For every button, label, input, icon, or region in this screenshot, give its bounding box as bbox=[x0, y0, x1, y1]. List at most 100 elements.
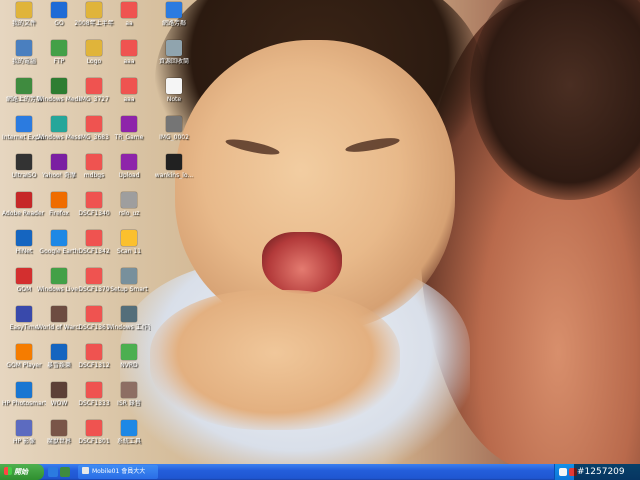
taskbar: 開始 Mobile01 會員大大 #1257209 bbox=[0, 464, 640, 480]
desktop-icon-label: Upload bbox=[118, 172, 140, 179]
desktop-icon[interactable]: 資源回收筒 bbox=[152, 40, 196, 80]
doc2-icon bbox=[121, 40, 137, 56]
desktop-icon[interactable]: 網路芳鄰 bbox=[152, 2, 196, 42]
doc-icon bbox=[121, 2, 137, 18]
image3-icon bbox=[86, 192, 102, 208]
desktop-icon[interactable]: Upload bbox=[107, 154, 151, 194]
text-icon bbox=[121, 192, 137, 208]
hinet-icon bbox=[16, 230, 32, 246]
firefox-icon bbox=[51, 192, 67, 208]
desktop: 我的文件我的電腦網路上的芳鄰Internet ExplorerUltraISOA… bbox=[0, 0, 640, 464]
image-icon bbox=[86, 78, 102, 94]
image9-icon bbox=[86, 420, 102, 436]
taskbar-window-button[interactable]: Mobile01 會員大大 bbox=[78, 465, 158, 479]
desktop-icon-label: Setup Smart bbox=[110, 286, 148, 293]
quicklaunch-ie-icon[interactable] bbox=[48, 467, 58, 477]
desktop-icon-label: 系統工具 bbox=[116, 438, 141, 445]
ftp-icon bbox=[51, 40, 67, 56]
desktop-icon[interactable]: Windows 工作管理員 bbox=[107, 306, 151, 346]
desktop-icon-label: Note bbox=[166, 96, 182, 103]
image4-icon bbox=[86, 230, 102, 246]
hp-icon bbox=[16, 382, 32, 398]
messenger-icon bbox=[51, 116, 67, 132]
desktop-icon[interactable]: IMG_0002 bbox=[152, 116, 196, 156]
note-icon bbox=[166, 78, 182, 94]
quicklaunch-desktop-icon[interactable] bbox=[60, 467, 70, 477]
taskmgr-icon bbox=[121, 306, 137, 322]
ie2-icon bbox=[166, 2, 182, 18]
network-icon bbox=[16, 78, 32, 94]
desktop-icon-label: aaa bbox=[123, 58, 135, 65]
desktop-icon-label: NVRD bbox=[120, 362, 138, 369]
window-icon bbox=[82, 467, 89, 474]
image2-icon bbox=[86, 116, 102, 132]
image7-icon bbox=[86, 344, 102, 360]
desktop-icon-label: aaa bbox=[123, 96, 135, 103]
desktop-icon[interactable]: NVRD bbox=[107, 344, 151, 384]
desktop-icon[interactable]: 系統工具 bbox=[107, 420, 151, 460]
desktop-icon[interactable]: Scan 11 bbox=[107, 230, 151, 270]
media-icon bbox=[51, 78, 67, 94]
pdf-icon bbox=[16, 192, 32, 208]
sound-icon bbox=[121, 382, 137, 398]
doc3-icon bbox=[121, 78, 137, 94]
folder-icon bbox=[16, 2, 32, 18]
camera-icon bbox=[16, 420, 32, 436]
winrar2-icon bbox=[121, 154, 137, 170]
desktop-icon-label: wankins_lo... bbox=[154, 172, 194, 179]
desktop-icon-label: ISR 錄音 bbox=[117, 400, 141, 407]
ie-icon bbox=[16, 116, 32, 132]
desktop-icon-label: aa bbox=[125, 20, 133, 27]
image5-icon bbox=[86, 268, 102, 284]
winrar-icon bbox=[121, 116, 137, 132]
desktop-icon-label: TR_Game bbox=[114, 134, 144, 141]
windows-flag-icon bbox=[4, 467, 12, 475]
desktop-icon[interactable]: rslo_uz bbox=[107, 192, 151, 232]
disc-icon bbox=[16, 154, 32, 170]
folder3-icon bbox=[86, 40, 102, 56]
gom-icon bbox=[16, 268, 32, 284]
recycle-icon bbox=[166, 40, 182, 56]
image6-icon bbox=[86, 306, 102, 322]
desktop-icon[interactable]: ISR 錄音 bbox=[107, 382, 151, 422]
start-label: 開始 bbox=[14, 468, 28, 476]
desktop-icon-label: Scan 11 bbox=[116, 248, 142, 255]
wow-icon bbox=[51, 306, 67, 322]
nv-icon bbox=[121, 344, 137, 360]
warcraft-icon bbox=[51, 420, 67, 436]
start-button[interactable]: 開始 bbox=[0, 464, 44, 480]
tool-icon bbox=[121, 420, 137, 436]
easy-icon bbox=[16, 306, 32, 322]
tray-volume-icon[interactable] bbox=[559, 468, 567, 476]
desktop-icon-label: IMG_0002 bbox=[159, 134, 189, 141]
watermark: #1257209 bbox=[574, 464, 640, 480]
live-icon bbox=[51, 268, 67, 284]
image8-icon bbox=[86, 382, 102, 398]
scan-icon bbox=[121, 230, 137, 246]
desktop-icon[interactable]: aaa bbox=[107, 78, 151, 118]
setup-icon bbox=[121, 268, 137, 284]
go-icon bbox=[51, 2, 67, 18]
window-icon bbox=[166, 154, 182, 170]
desktop-icon-label: 資源回收筒 bbox=[158, 58, 189, 65]
wow2-icon bbox=[51, 382, 67, 398]
img-icon bbox=[166, 116, 182, 132]
earth-icon bbox=[51, 230, 67, 246]
desktop-icon[interactable]: wankins_lo... bbox=[152, 154, 196, 194]
desktop-icon[interactable]: Note bbox=[152, 78, 196, 118]
desktop-icon[interactable]: aaa bbox=[107, 40, 151, 80]
computer-icon bbox=[16, 40, 32, 56]
desktop-icon-label: 網路芳鄰 bbox=[161, 20, 186, 27]
yahoo-icon bbox=[51, 154, 67, 170]
player-icon bbox=[16, 344, 32, 360]
desktop-icon-label: rslo_uz bbox=[118, 210, 140, 217]
wallpaper-mouth bbox=[262, 232, 342, 294]
desktop-icon[interactable]: Setup Smart bbox=[107, 268, 151, 308]
blizzard-icon bbox=[51, 344, 67, 360]
taskbar-window-label: Mobile01 會員大大 bbox=[92, 468, 146, 475]
desktop-icon[interactable]: aa bbox=[107, 2, 151, 42]
wallpaper-hands bbox=[150, 290, 400, 430]
desktop-icon-label: Windows 工作管理員 bbox=[107, 324, 151, 331]
file-icon bbox=[86, 154, 102, 170]
desktop-icon[interactable]: TR_Game bbox=[107, 116, 151, 156]
